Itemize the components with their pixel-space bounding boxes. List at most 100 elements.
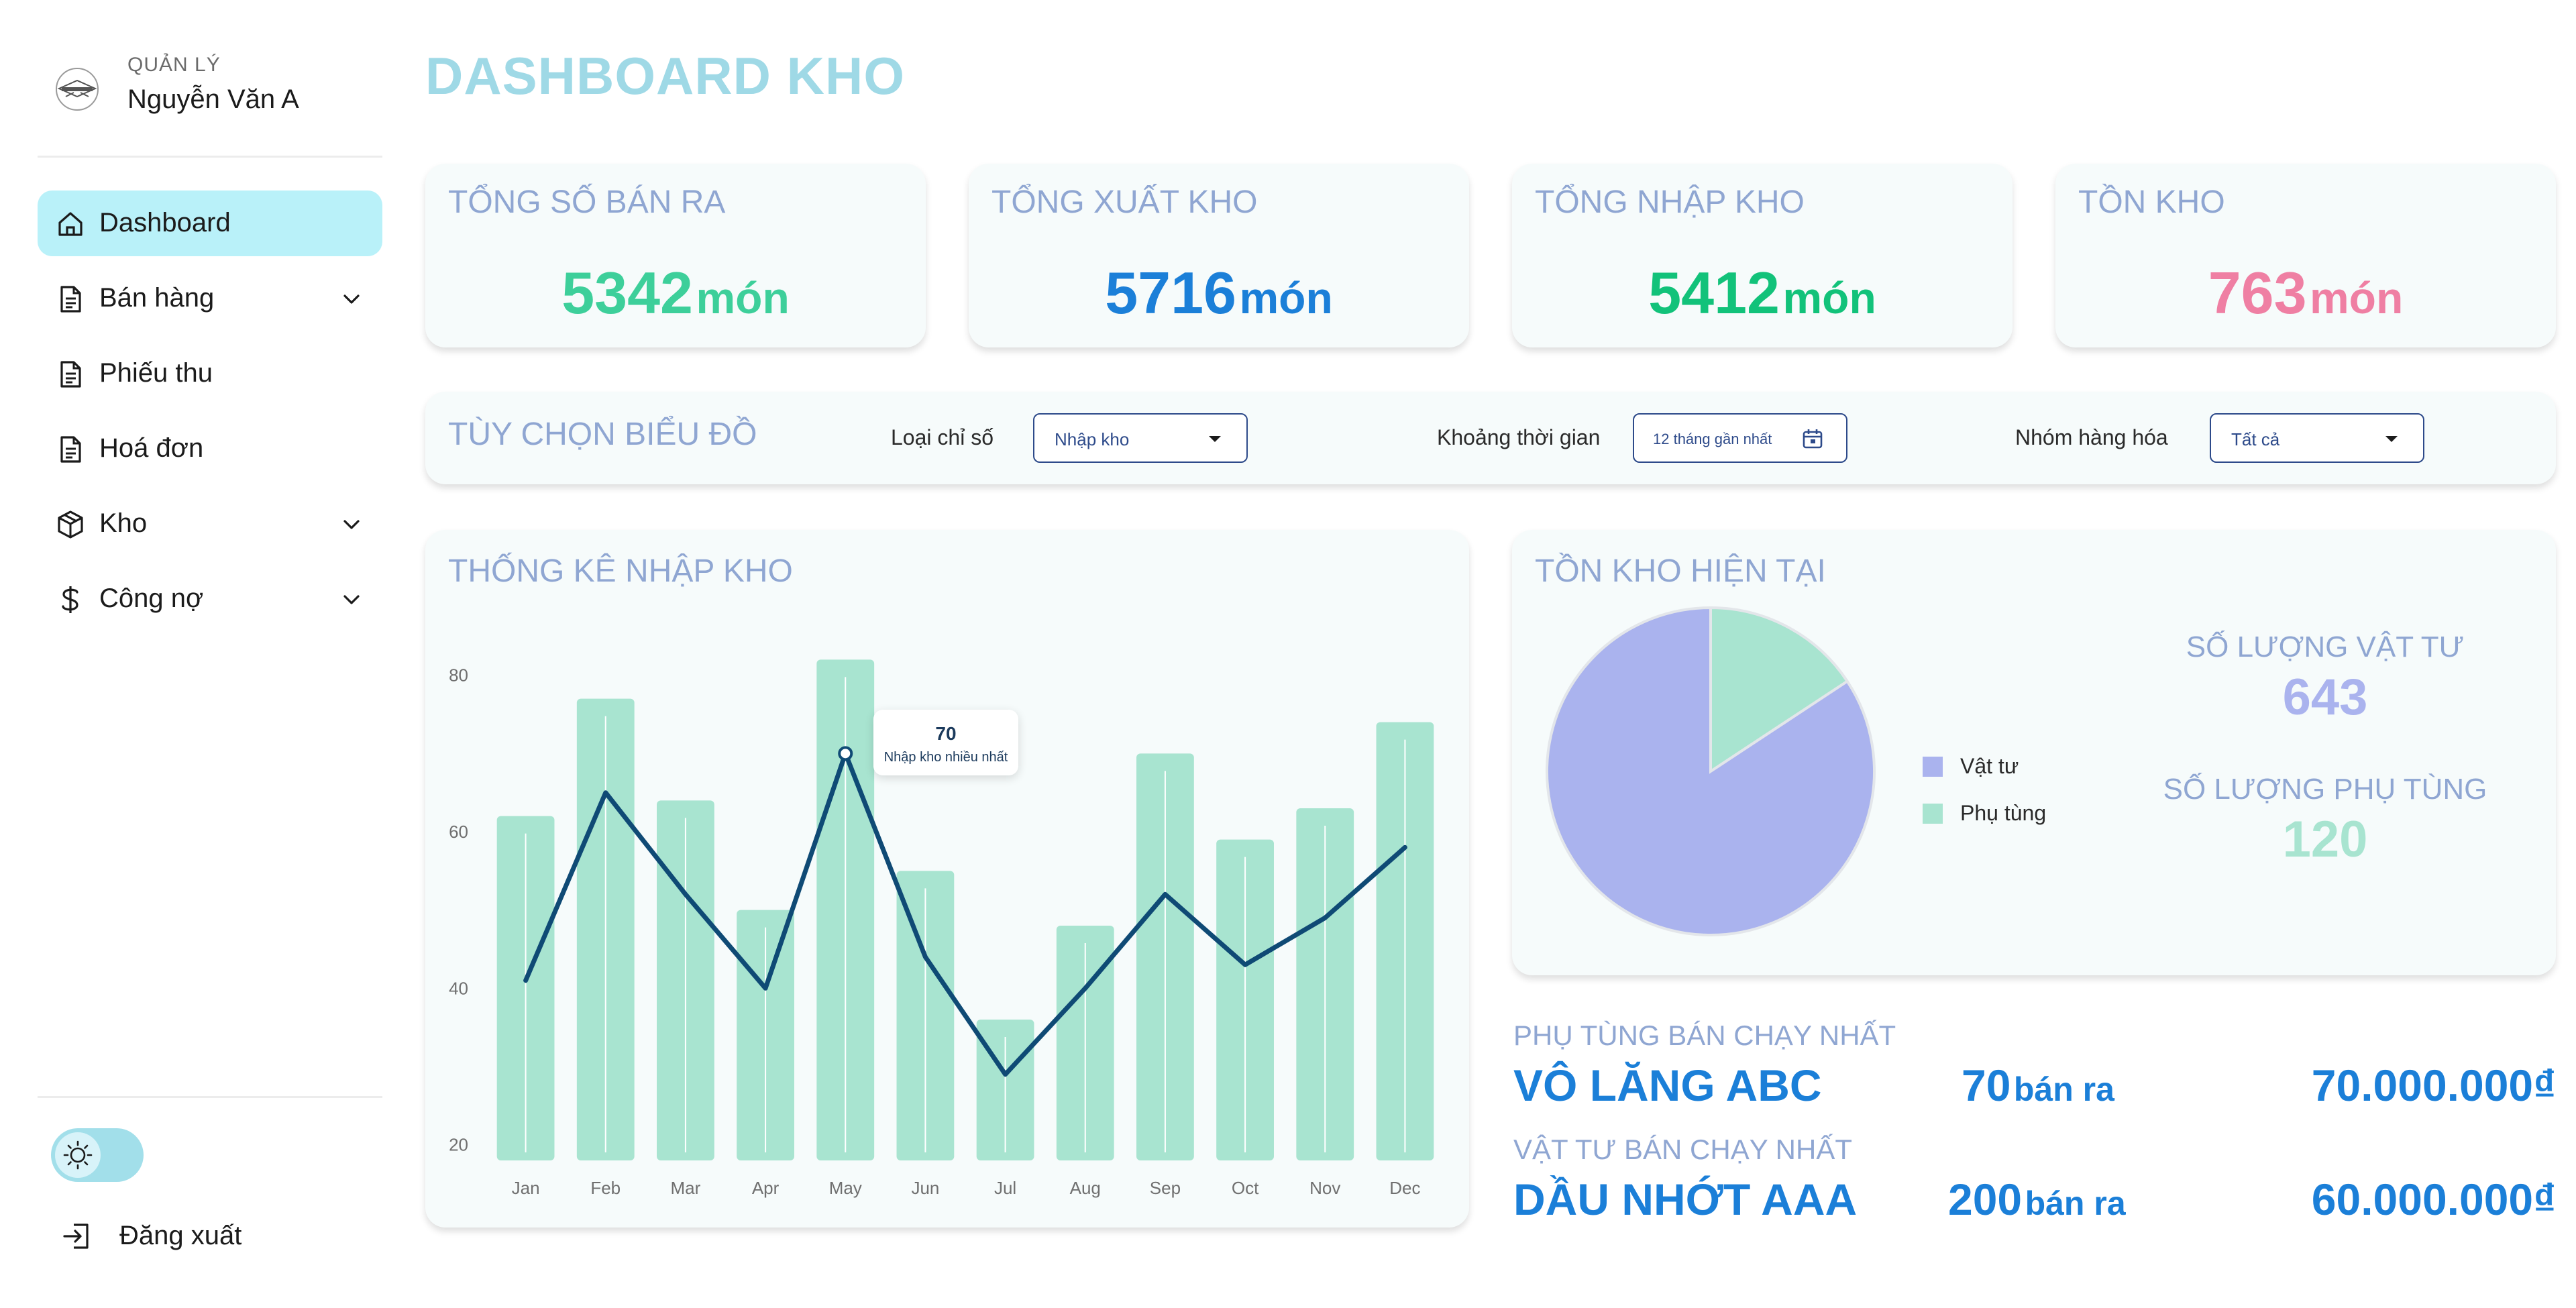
import-chart-card: THỐNG KÊ NHẬP KHO 20 40 60 80 Jan Feb Mar Apr Ma… xyxy=(425,530,1469,1228)
stat-value: 763 món xyxy=(2055,259,2556,327)
company-logo xyxy=(54,66,101,113)
best-part-qty-number: 70 xyxy=(1962,1060,2011,1110)
stat-unit: món xyxy=(1239,273,1333,323)
sidebar-divider xyxy=(38,1096,382,1098)
chevron-down-icon[interactable] xyxy=(339,287,364,311)
stat-card-import: TỔNG NHẬP KHO 5412 món xyxy=(1512,164,2012,347)
chevron-down-icon[interactable] xyxy=(339,512,364,537)
sun-icon xyxy=(63,1140,93,1170)
parts-count-label: SỐ LƯỢNG PHỤ TÙNG xyxy=(2163,773,2487,806)
group-label: Nhóm hàng hóa xyxy=(2015,425,2168,449)
caret-down-icon xyxy=(2385,436,2398,442)
dollar-icon xyxy=(62,586,78,613)
sidebar-item-cong-no[interactable]: Công nợ xyxy=(38,566,382,632)
legend-swatch-supplies xyxy=(1923,757,1943,777)
chart-tooltip: 70 Nhập kho nhiều nhất xyxy=(873,710,1018,775)
sidebar-item-hoa-don[interactable]: Hoá đơn xyxy=(38,416,382,482)
best-part-revenue: 70.000.000₫ xyxy=(2311,1060,2556,1110)
period-picker[interactable]: 12 tháng gần nhất xyxy=(1633,413,1847,463)
period-picker-value: 12 tháng gần nhất xyxy=(1653,431,1772,447)
stat-number: 5412 xyxy=(1648,260,1780,326)
best-supply-caption: VẬT TƯ BÁN CHẠY NHẤT xyxy=(1513,1134,1852,1165)
stat-value: 5716 món xyxy=(969,259,1469,327)
page-title: DASHBOARD KHO xyxy=(425,46,905,105)
user-name: Nguyễn Văn A xyxy=(127,85,299,114)
x-tick-label: May xyxy=(829,1178,862,1198)
stat-unit: món xyxy=(1782,273,1876,323)
inventory-card: TỒN KHO HIỆN TẠI Vật tư Phụ tùng SỐ LƯỢN… xyxy=(1512,530,2556,975)
sidebar-item-ban-hang[interactable]: Bán hàng xyxy=(38,266,382,331)
sidebar-item-kho[interactable]: Kho xyxy=(38,491,382,557)
best-part-caption: PHỤ TÙNG BÁN CHẠY NHẤT xyxy=(1513,1020,1896,1051)
best-supply-qty: 200 bán ra xyxy=(1948,1174,2126,1225)
logout-label: Đăng xuất xyxy=(119,1221,242,1250)
stat-title: TỔNG XUẤT KHO xyxy=(991,184,1258,220)
document-icon xyxy=(60,436,81,463)
x-tick-label: Jun xyxy=(911,1178,939,1198)
import-bar-chart: 20 40 60 80 Jan Feb Mar Apr May Jun Jul Aug Sep Oct No… xyxy=(449,659,1434,1198)
stat-number: 763 xyxy=(2208,260,2307,326)
y-tick-label: 20 xyxy=(449,1135,468,1155)
supplies-count-value: 643 xyxy=(2282,669,2368,726)
sidebar: QUẢN LÝ Nguyễn Văn A Dashboard Bán hàng … xyxy=(0,0,402,1308)
group-select-value: Tất cả xyxy=(2231,429,2280,449)
stat-card-stock: TỒN KHO 763 món xyxy=(2055,164,2556,347)
legend-label-supplies: Vật tư xyxy=(1960,754,2019,778)
caret-down-icon xyxy=(1209,436,1221,442)
sidebar-item-label: Công nợ xyxy=(99,584,204,613)
metric-label: Loại chỉ số xyxy=(891,425,994,449)
max-point-marker xyxy=(838,746,853,761)
sidebar-item-label: Hoá đơn xyxy=(99,433,204,463)
x-tick-label: Nov xyxy=(1309,1178,1340,1198)
stat-unit: món xyxy=(696,273,790,323)
metric-select[interactable]: Nhập kho xyxy=(1033,413,1248,463)
best-supply-qty-number: 200 xyxy=(1948,1175,2023,1224)
x-tick-label: Oct xyxy=(1232,1178,1259,1198)
document-icon xyxy=(60,286,81,313)
sidebar-item-dashboard[interactable]: Dashboard xyxy=(38,190,382,256)
best-part-qty: 70 bán ra xyxy=(1962,1060,2114,1111)
user-profile: QUẢN LÝ Nguyễn Văn A xyxy=(38,47,386,134)
x-tick-label: Apr xyxy=(752,1178,780,1198)
logout-button[interactable]: Đăng xuất xyxy=(58,1213,326,1260)
sidebar-item-label: Bán hàng xyxy=(99,283,215,313)
tooltip-label: Nhập kho nhiều nhất xyxy=(883,750,1008,765)
theme-toggle[interactable] xyxy=(51,1128,144,1182)
sidebar-item-label: Phiếu thu xyxy=(99,358,213,388)
x-tick-label: Feb xyxy=(590,1178,621,1198)
stat-card-export: TỔNG XUẤT KHO 5716 món xyxy=(969,164,1469,347)
calendar-icon xyxy=(1803,429,1823,449)
supplies-count-label: SỐ LƯỢNG VẬT TƯ xyxy=(2186,631,2465,663)
stat-title: TỔNG SỐ BÁN RA xyxy=(448,184,726,220)
document-icon xyxy=(60,361,81,388)
tooltip-value: 70 xyxy=(935,723,957,744)
y-tick-label: 80 xyxy=(449,665,468,686)
chevron-down-icon[interactable] xyxy=(339,588,364,612)
best-part-qty-unit: bán ra xyxy=(2013,1071,2114,1108)
best-part-name: VÔ LĂNG ABC xyxy=(1513,1060,1822,1110)
stat-number: 5716 xyxy=(1105,260,1236,326)
user-role: QUẢN LÝ xyxy=(127,54,221,76)
legend-label-parts: Phụ tùng xyxy=(1960,801,2047,825)
stat-title: TỔNG NHẬP KHO xyxy=(1535,184,1805,220)
chart-options-title: TÙY CHỌN BIỂU ĐỒ xyxy=(448,417,757,452)
x-tick-label: Mar xyxy=(671,1178,701,1198)
chart-options-bar: TÙY CHỌN BIỂU ĐỒ Loại chỉ số Nhập kho Kh… xyxy=(425,392,2556,484)
group-select[interactable]: Tất cả xyxy=(2210,413,2424,463)
x-tick-label: Sep xyxy=(1150,1178,1181,1198)
best-supply-name: DẦU NHỚT AAA xyxy=(1513,1175,1858,1224)
x-tick-label: Jul xyxy=(994,1178,1016,1198)
logout-icon xyxy=(63,1223,89,1249)
legend-swatch-parts xyxy=(1923,804,1943,824)
period-label: Khoảng thời gian xyxy=(1437,425,1601,449)
sidebar-item-label: Dashboard xyxy=(99,208,231,237)
stat-title: TỒN KHO xyxy=(2078,184,2225,220)
stat-value: 5342 món xyxy=(425,259,926,327)
y-tick-label: 40 xyxy=(449,978,468,998)
sidebar-item-phieu-thu[interactable]: Phiếu thu xyxy=(38,341,382,406)
box-icon xyxy=(58,510,83,539)
stat-value: 5412 món xyxy=(1512,259,2012,327)
parts-count-value: 120 xyxy=(2282,811,2368,868)
inventory-pie-chart xyxy=(1546,606,1876,936)
sidebar-item-label: Kho xyxy=(99,508,148,538)
